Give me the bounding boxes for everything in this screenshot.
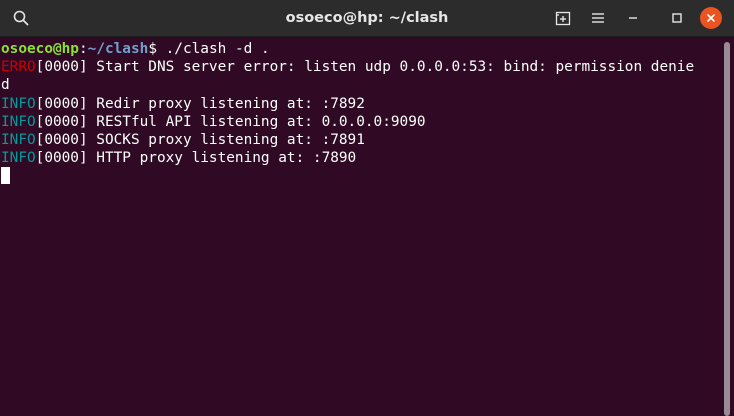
log-message: [0000] Start DNS server error: listen ud… [35, 59, 695, 76]
log-line-wrap: d [1, 76, 722, 94]
search-icon [13, 10, 29, 26]
close-icon [707, 14, 715, 22]
minimize-button[interactable] [620, 5, 646, 31]
vertical-scrollbar[interactable] [724, 42, 730, 416]
prompt-user-host: osoeco@hp [1, 41, 79, 57]
log-line-info: INFO[0000] RESTful API listening at: 0.0… [1, 113, 722, 131]
log-line-info: INFO[0000] HTTP proxy listening at: :789… [1, 149, 722, 167]
log-line-info: INFO[0000] Redir proxy listening at: :78… [1, 95, 722, 113]
prompt-line: osoeco@hp:~/clash$ ./clash -d . [1, 40, 722, 58]
terminal-output[interactable]: osoeco@hp:~/clash$ ./clash -d . ERRO[000… [0, 38, 722, 416]
log-message: [0000] SOCKS proxy listening at: :7891 [35, 131, 365, 148]
log-message: [0000] RESTful API listening at: 0.0.0.0… [35, 113, 426, 130]
menu-button[interactable] [585, 5, 611, 31]
text-cursor [1, 167, 10, 185]
log-line-error: ERRO[0000] Start DNS server error: liste… [1, 58, 722, 76]
log-line-info: INFO[0000] SOCKS proxy listening at: :78… [1, 131, 722, 149]
close-button[interactable] [700, 7, 722, 29]
log-level: INFO [1, 113, 36, 130]
prompt-path: ~/clash [87, 41, 149, 57]
log-message: [0000] Redir proxy listening at: :7892 [35, 95, 365, 112]
log-level: INFO [1, 95, 36, 112]
cursor-line [1, 167, 722, 185]
prompt-separator: : [78, 41, 88, 57]
log-message: [0000] HTTP proxy listening at: :7890 [35, 150, 357, 167]
log-level: ERRO [1, 59, 36, 76]
search-button[interactable] [8, 5, 34, 31]
maximize-icon [672, 13, 682, 23]
log-message: d [1, 77, 10, 94]
new-tab-icon [555, 11, 571, 26]
log-level: INFO [1, 131, 36, 148]
terminal-window: osoeco@hp: ~/clash osoeco@hp:~/clash$ ./… [0, 0, 734, 416]
log-level: INFO [1, 150, 36, 167]
prompt-symbol: $ [148, 41, 157, 57]
hamburger-menu-icon [592, 13, 604, 23]
maximize-button[interactable] [664, 5, 690, 31]
minimize-icon [629, 17, 637, 19]
new-tab-button[interactable] [550, 5, 576, 31]
title-bar[interactable]: osoeco@hp: ~/clash [0, 0, 734, 37]
prompt-command: ./clash -d . [156, 41, 270, 57]
